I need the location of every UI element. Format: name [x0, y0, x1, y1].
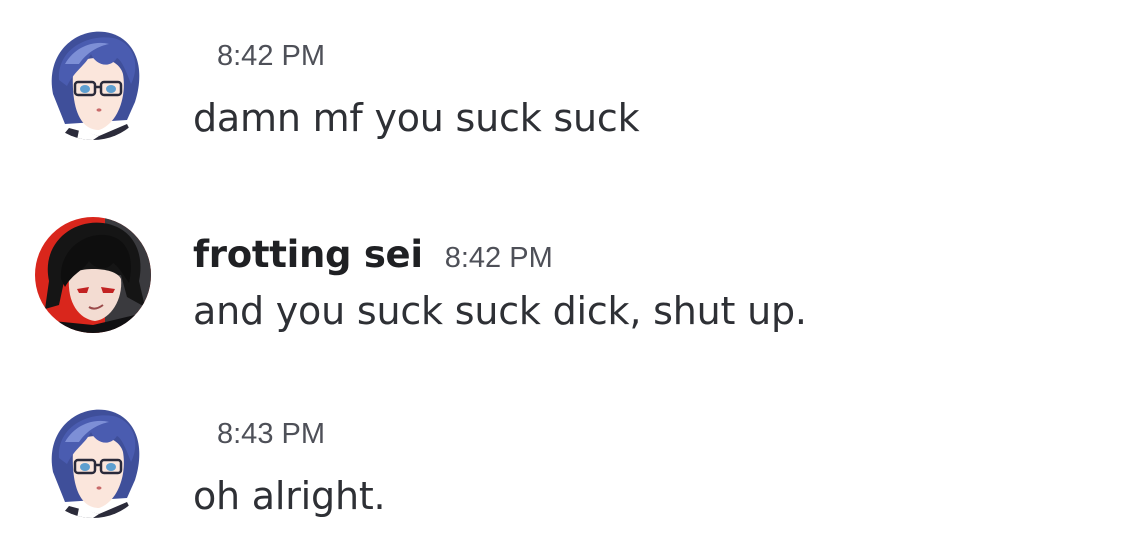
user-avatar-blue-hair[interactable] [35, 402, 151, 518]
blue-haired-glasses-avatar-icon [35, 402, 151, 518]
chat-message: frotting sei 8:42 PM and you suck suck d… [0, 211, 1125, 351]
dark-haired-red-avatar-icon [35, 217, 151, 333]
chat-message-list: 8:42 PM damn mf you suck suck frotting s… [0, 0, 1125, 554]
message-header: 8:42 PM [217, 40, 325, 90]
message-username[interactable]: frotting sei [193, 233, 423, 276]
message-text: oh alright. [193, 474, 386, 518]
chat-message: 8:42 PM damn mf you suck suck [0, 18, 1125, 158]
message-header: frotting sei 8:42 PM [193, 233, 553, 283]
message-header: 8:43 PM [217, 418, 325, 468]
blue-haired-glasses-avatar-icon [35, 24, 151, 140]
message-timestamp[interactable]: 8:43 PM [217, 418, 325, 451]
message-text: and you suck suck dick, shut up. [193, 289, 807, 333]
chat-message: 8:43 PM oh alright. [0, 396, 1125, 536]
message-timestamp[interactable]: 8:42 PM [217, 40, 325, 73]
message-timestamp[interactable]: 8:42 PM [445, 242, 553, 275]
message-text: damn mf you suck suck [193, 96, 640, 140]
user-avatar-dark-hair[interactable] [35, 217, 151, 333]
user-avatar-blue-hair[interactable] [35, 24, 151, 140]
